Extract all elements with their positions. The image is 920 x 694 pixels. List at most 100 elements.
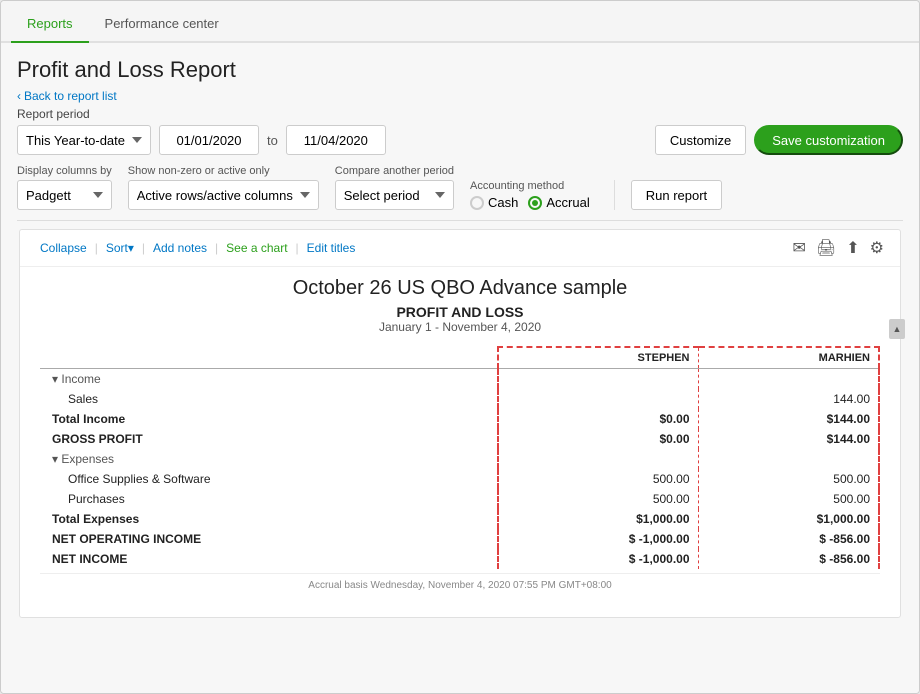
compare-period-group: Compare another period Select period (335, 165, 454, 210)
row-marhien-value: $144.00 (698, 409, 879, 429)
back-arrow-icon: ‹ (17, 89, 21, 103)
to-date-input[interactable] (286, 125, 386, 155)
accounting-method-radios: Cash Accrual (470, 195, 590, 210)
row-label: Total Expenses (40, 509, 498, 529)
show-nonzero-group: Show non-zero or active only Active rows… (128, 165, 319, 210)
cash-radio[interactable]: Cash (470, 195, 518, 210)
col-header-label (40, 347, 498, 369)
accounting-method-group: Accounting method Cash Accrual (470, 180, 590, 210)
table-row: Total Expenses$1,000.00$1,000.00 (40, 509, 879, 529)
edit-titles-link[interactable]: Edit titles (303, 239, 360, 257)
period-select[interactable]: This Year-to-date (17, 125, 151, 155)
table-row: Total Income$0.00$144.00 (40, 409, 879, 429)
export-icon[interactable]: ⬆ (846, 238, 859, 258)
row-stephen-value: $ -1,000.00 (498, 529, 698, 549)
save-customization-button[interactable]: Save customization (754, 125, 903, 155)
report-body-rows: ▾ IncomeSales144.00Total Income$0.00$144… (40, 369, 879, 569)
row-label: NET INCOME (40, 549, 498, 569)
show-nonzero-select[interactable]: Active rows/active columns (128, 180, 319, 210)
row-stephen-value (498, 369, 698, 389)
row-marhien-value: $ -856.00 (698, 529, 879, 549)
toolbar-icons: ✉ 🖨 ⬆ ⚙ (793, 238, 884, 258)
row-stephen-value: $0.00 (498, 409, 698, 429)
accrual-label: Accrual (546, 195, 589, 210)
row-label: Sales (40, 389, 498, 409)
row-stephen-value: $ -1,000.00 (498, 549, 698, 569)
compare-period-label: Compare another period (335, 165, 454, 177)
row-marhien-value: $1,000.00 (698, 509, 879, 529)
top-right-buttons: Customize Save customization (655, 125, 903, 155)
back-link-text: Back to report list (24, 89, 117, 103)
tab-reports[interactable]: Reports (11, 8, 89, 43)
row-label: ▾ Income (40, 369, 498, 389)
compare-period-select[interactable]: Select period (335, 180, 454, 210)
row-marhien-value: $144.00 (698, 429, 879, 449)
row-label: Purchases (40, 489, 498, 509)
run-report-section: Run report (614, 180, 722, 210)
row-stephen-value: $0.00 (498, 429, 698, 449)
row-stephen-value: 500.00 (498, 469, 698, 489)
page-title: Profit and Loss Report (17, 57, 903, 83)
from-date-input[interactable] (159, 125, 259, 155)
row-label: ▾ Expenses (40, 449, 498, 469)
add-notes-link[interactable]: Add notes (149, 239, 211, 257)
tab-performance[interactable]: Performance center (89, 8, 235, 43)
see-chart-link[interactable]: See a chart (222, 239, 291, 257)
row-label: NET OPERATING INCOME (40, 529, 498, 549)
scroll-up-button[interactable]: ▲ (889, 319, 905, 339)
app-window: Reports Performance center Profit and Lo… (0, 0, 920, 694)
row-marhien-value: 500.00 (698, 469, 879, 489)
row-marhien-value: 144.00 (698, 389, 879, 409)
row-label: Total Income (40, 409, 498, 429)
row-marhien-value (698, 369, 879, 389)
row-stephen-value (498, 389, 698, 409)
row-stephen-value: 500.00 (498, 489, 698, 509)
display-columns-group: Display columns by Padgett (17, 165, 112, 210)
table-row: ▾ Expenses (40, 449, 879, 469)
back-link[interactable]: ‹ Back to report list (17, 89, 903, 103)
column-header-row: STEPHEN MARHIEN (40, 347, 879, 369)
cash-radio-dot (470, 196, 484, 210)
controls-row-2: Display columns by Padgett Show non-zero… (17, 165, 903, 210)
report-wrapper: Collapse | Sort▾ | Add notes | See a cha… (17, 229, 903, 618)
tab-bar: Reports Performance center (1, 1, 919, 43)
row-stephen-value (498, 449, 698, 469)
report-container: Collapse | Sort▾ | Add notes | See a cha… (19, 229, 901, 618)
scroll-up-icon: ▲ (893, 324, 902, 334)
display-columns-label: Display columns by (17, 165, 112, 177)
table-row: Purchases500.00500.00 (40, 489, 879, 509)
sort-link[interactable]: Sort▾ (102, 239, 138, 257)
table-row: NET INCOME$ -1,000.00$ -856.00 (40, 549, 879, 569)
report-footer: Accrual basis Wednesday, November 4, 202… (40, 573, 880, 597)
row-label: Office Supplies & Software (40, 469, 498, 489)
row-label: GROSS PROFIT (40, 429, 498, 449)
table-row: ▾ Income (40, 369, 879, 389)
table-row: Sales 144.00 (40, 389, 879, 409)
report-toolbar: Collapse | Sort▾ | Add notes | See a cha… (20, 230, 900, 267)
row-stephen-value: $1,000.00 (498, 509, 698, 529)
row-marhien-value (698, 449, 879, 469)
email-icon[interactable]: ✉ (793, 238, 806, 258)
report-body: October 26 US QBO Advance sample PROFIT … (20, 267, 900, 607)
run-report-button[interactable]: Run report (631, 180, 722, 210)
table-row: NET OPERATING INCOME$ -1,000.00$ -856.00 (40, 529, 879, 549)
col-header-stephen: STEPHEN (498, 347, 698, 369)
to-label: to (267, 133, 278, 148)
collapse-link[interactable]: Collapse (36, 239, 91, 257)
report-table: STEPHEN MARHIEN ▾ IncomeSales144.00Total… (40, 346, 880, 569)
table-row: Office Supplies & Software500.00500.00 (40, 469, 879, 489)
accrual-radio[interactable]: Accrual (528, 195, 589, 210)
report-title: PROFIT AND LOSS (40, 304, 880, 320)
main-content: Profit and Loss Report ‹ Back to report … (1, 43, 919, 693)
report-period-label: Report period (17, 107, 903, 121)
customize-button[interactable]: Customize (655, 125, 746, 155)
settings-icon[interactable]: ⚙ (870, 238, 884, 258)
accounting-method-label: Accounting method (470, 180, 590, 192)
print-icon[interactable]: 🖨 (816, 238, 836, 258)
table-row: GROSS PROFIT$0.00$144.00 (40, 429, 879, 449)
cash-label: Cash (488, 195, 518, 210)
show-nonzero-label: Show non-zero or active only (128, 165, 319, 177)
display-columns-select[interactable]: Padgett (17, 180, 112, 210)
row-marhien-value: 500.00 (698, 489, 879, 509)
controls-row-1: This Year-to-date to Customize Save cust… (17, 125, 903, 155)
